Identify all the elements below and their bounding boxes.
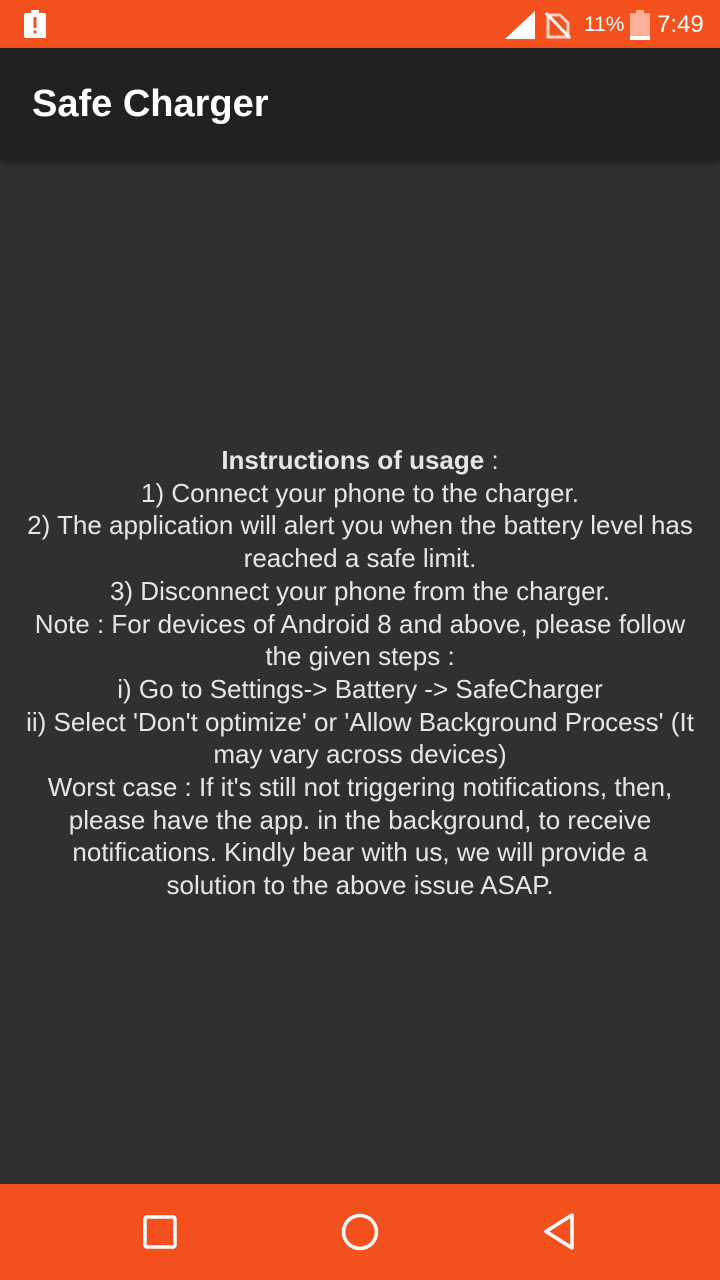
instructions-text: Instructions of usage : 1) Connect your … (0, 444, 720, 902)
battery-icon (630, 10, 650, 40)
instructions-heading: Instructions of usage (221, 445, 485, 475)
battery-percent: 11% (584, 13, 625, 36)
instruction-line: 1) Connect your phone to the charger. (141, 477, 579, 508)
signal-icon (505, 11, 535, 39)
home-icon (341, 1213, 379, 1251)
instruction-line: i) Go to Settings-> Battery -> SafeCharg… (117, 673, 603, 704)
recents-button[interactable] (136, 1208, 184, 1256)
status-bar: 11% 7:49 (0, 0, 720, 48)
instructions-heading-suffix: : (484, 445, 499, 475)
battery-alert-icon (24, 10, 46, 38)
app-bar: Safe Charger (0, 48, 720, 160)
home-button[interactable] (336, 1208, 384, 1256)
nav-bar (0, 1184, 720, 1280)
recents-icon (143, 1215, 177, 1249)
instruction-line: notifications. Kindly bear with us, we w… (72, 837, 648, 868)
main-content: Instructions of usage : 1) Connect your … (0, 160, 720, 1184)
app-title: Safe Charger (32, 83, 269, 125)
back-icon (544, 1213, 574, 1250)
instruction-line: please have the app. in the background, … (68, 804, 652, 835)
instructions-heading-line: Instructions of usage : (0, 444, 720, 477)
instruction-line: reached a safe limit. (243, 543, 477, 574)
instruction-line: Note : For devices of Android 8 and abov… (34, 608, 686, 639)
no-sim-icon (545, 11, 571, 39)
screen: 11% 7:49 Safe Charger Instructions of us… (0, 0, 720, 1280)
instruction-line: 3) Disconnect your phone from the charge… (109, 575, 611, 606)
clock: 7:49 (657, 11, 704, 38)
instruction-line: 2) The application will alert you when t… (27, 510, 693, 541)
instruction-line: ii) Select 'Don't optimize' or 'Allow Ba… (26, 706, 694, 737)
back-button[interactable] (536, 1208, 584, 1256)
instruction-line: solution to the above issue ASAP. (166, 870, 554, 901)
instruction-line: Worst case : If it's still not triggerin… (47, 772, 673, 803)
instruction-line: the given steps : (265, 641, 455, 672)
instruction-line: may vary across devices) (213, 739, 507, 770)
